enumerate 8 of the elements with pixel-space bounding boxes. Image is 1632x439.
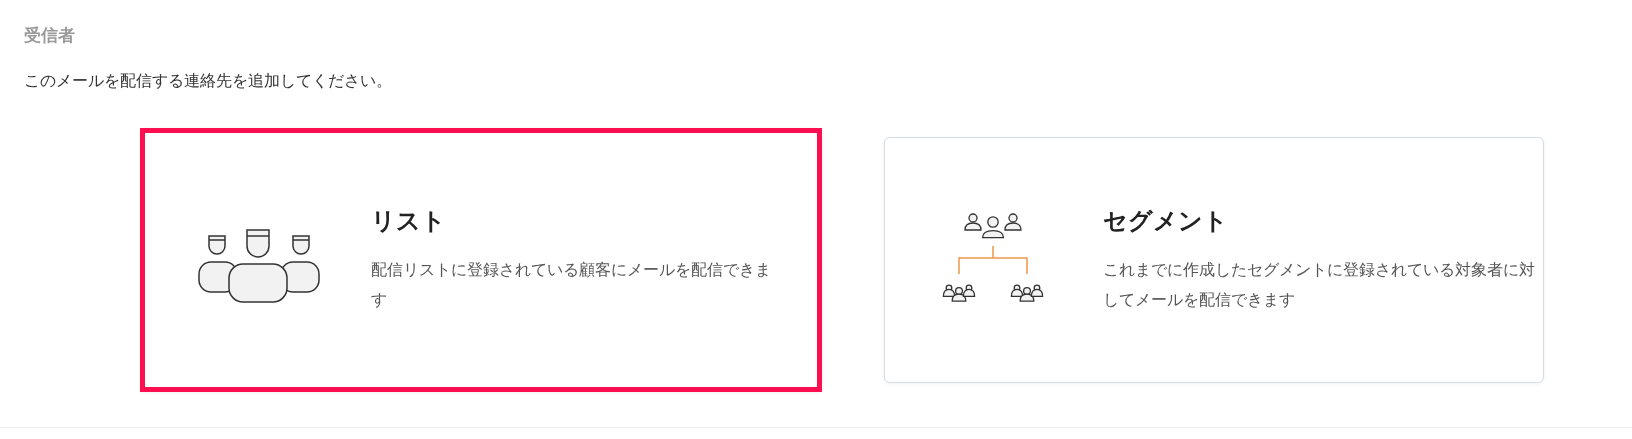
option-description: 配信リストに登録されている顧客にメールを配信できます <box>371 258 772 311</box>
option-title: リスト <box>371 205 447 237</box>
option-title: セグメント <box>1103 205 1229 237</box>
option-description: これまでに作成したセグメントに登録されている対象者に対してメールを配信できます <box>1103 258 1536 311</box>
instruction-text: このメールを配信する連絡先を追加してください。 <box>24 71 393 92</box>
option-card[interactable]: セグメント これまでに作成したセグメントに登録されている対象者に対してメールを配信できます <box>884 137 1544 383</box>
option-card[interactable]: リスト 配信リストに登録されている顧客にメールを配信できます <box>140 128 822 392</box>
section-title: 受信者 <box>24 24 76 47</box>
